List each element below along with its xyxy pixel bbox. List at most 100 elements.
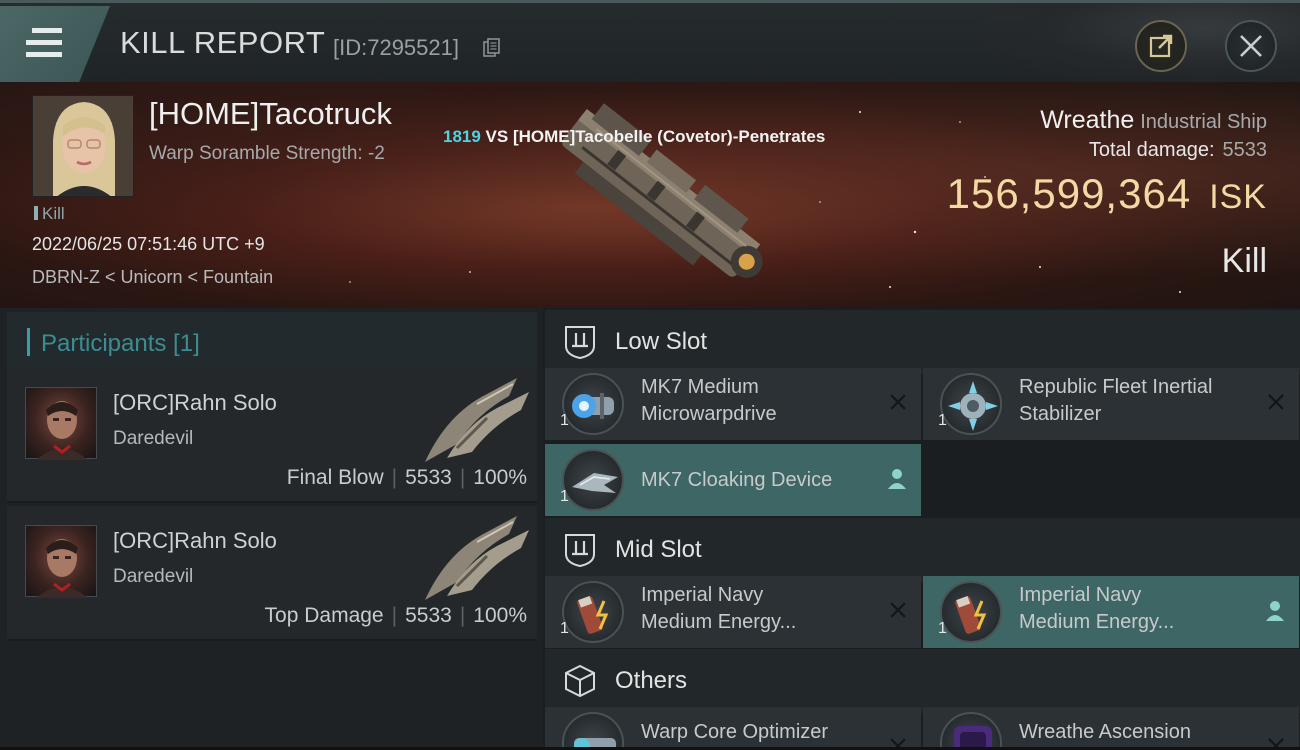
ship-class: Industrial Ship [1140,111,1267,133]
module-name-line1: Imperial Navy [1019,584,1142,606]
share-button[interactable] [1135,20,1187,72]
mid-slot-header: Mid Slot [545,518,1300,582]
versus-text: VS [HOME]Tacobelle (Covetor)-Penetrates [480,127,826,146]
victim-name[interactable]: [HOME]Tacotruck [149,96,392,132]
participant-ship-image [425,378,529,462]
report-id: [ID:7295521] [333,35,459,60]
module-name-line2: Stabilizer [1019,403,1102,425]
module-quantity: 1 [938,412,947,429]
participant-row[interactable]: [ORC]Rahn Solo Daredevil Top Damage | 5533… [7,506,537,641]
inertial-stabilizer-icon [940,373,1002,435]
avatar-image [36,401,88,460]
slot-icon [565,326,595,360]
module-card[interactable]: 1 Imperial Navy Medium Energy... [923,576,1299,648]
module-name-line1: MK7 Medium [641,376,759,398]
module-name: Imperial Navy Medium Energy... [641,582,886,636]
x-icon [890,602,906,618]
fittings-panel: Low Slot 1 MK7 Medium Microwarpdrive 1 Re… [543,308,1300,750]
versus-line: 1819 VS [HOME]Tacobelle (Covetor)-Penetr… [443,127,825,147]
avatar[interactable] [25,525,97,598]
menu-tab[interactable] [0,6,110,82]
warp-core-icon [562,712,624,750]
module-quantity: 1 [560,412,569,429]
participant-ship: Daredevil [113,566,194,587]
victim-ship-image [562,103,763,278]
module-card[interactable]: Wreathe Ascension [923,707,1299,750]
participant-ship: Daredevil [113,428,194,449]
ship-skin-icon [940,712,1002,750]
module-card[interactable]: 1 Imperial Navy Medium Energy... [545,576,921,648]
kill-type-tag: Kill [34,204,65,224]
module-name: Republic Fleet Inertial Stabilizer [1019,374,1264,428]
participant-name[interactable]: [ORC]Rahn Solo [113,390,277,416]
module-name-line2: Medium Energy... [641,611,797,633]
module-card[interactable]: 1 MK7 Medium Microwarpdrive [545,368,921,440]
module-name: Wreathe Ascension [1019,721,1191,743]
stats-divider: | [459,604,466,627]
module-name: MK7 Medium Microwarpdrive [641,374,886,428]
total-damage: Total damage: 5533 [1089,139,1267,162]
cloaking-device-icon [562,449,624,511]
participant-name[interactable]: [ORC]Rahn Solo [113,528,277,554]
participants-header: Participants [1] [7,312,537,370]
kill-datetime: 2022/06/25 07:51:46 UTC +9 [32,234,265,254]
copy-icon[interactable] [483,38,501,58]
slot-icon [565,534,595,568]
participant-damage: 5533 [405,466,452,489]
low-slot-header: Low Slot [545,310,1300,374]
participant-role: Top Damage [264,604,384,627]
module-quantity: 1 [938,620,947,637]
participant-role: Final Blow [286,466,384,489]
isk-value: 156,599,364 [946,170,1192,217]
isk-value-line: 156,599,364 ISK [947,170,1267,218]
module-name: Imperial Navy Medium Energy... [1019,582,1264,636]
warp-scramble-strength: Warp Soramble Strength: -2 [149,143,385,164]
stats-divider: | [459,466,466,489]
header-bar: KILL REPORT [ID:7295521] [0,0,1300,85]
isk-unit: ISK [1209,178,1267,216]
low-slot-title: Low Slot [615,328,708,355]
close-icon [1240,35,1262,57]
participants-panel: Participants [1] [ORC]Rahn Solo Daredevi… [0,308,543,750]
close-button[interactable] [1225,20,1277,72]
module-card[interactable]: 1 Republic Fleet Inertial Stabilizer [923,368,1299,440]
total-damage-label: Total damage: [1088,139,1215,161]
participant-stats: Final Blow | 5533 | 100% [287,466,527,490]
x-icon [890,394,906,410]
module-name-line1: Imperial Navy [641,584,764,606]
module-card[interactable]: 1 MK7 Cloaking Device [545,444,921,516]
participant-percent: 100% [473,466,527,489]
versus-number: 1819 [443,127,481,146]
page-title: KILL REPORT [120,25,326,60]
kill-summary: [HOME]Tacotruck Warp Soramble Strength: … [0,82,1300,308]
person-icon [888,469,906,489]
stats-divider: | [391,466,398,489]
avatar[interactable] [25,387,97,460]
portrait-image [33,96,133,196]
share-icon [1149,34,1173,58]
participant-damage: 5533 [405,604,452,627]
ship-name-line: Wreathe Industrial Ship [1040,106,1267,135]
total-damage-value: 5533 [1222,139,1268,161]
module-name-line2: Microwarpdrive [641,403,777,425]
microwarpdrive-icon [562,373,624,435]
ship-name[interactable]: Wreathe [1040,106,1134,134]
avatar-image [36,539,88,598]
hamburger-icon[interactable] [26,28,62,58]
kill-result: Kill [1221,242,1267,280]
others-title: Others [615,667,688,694]
cube-icon [565,664,595,698]
participants-header-accent [27,328,30,356]
participant-row[interactable]: [ORC]Rahn Solo Daredevil Final Blow | 5533… [7,368,537,503]
victim-portrait[interactable] [32,95,134,197]
mid-slot-title: Mid Slot [615,536,702,563]
module-card[interactable]: Warp Core Optimizer [545,707,921,750]
energy-module-icon [940,581,1002,643]
module-name: MK7 Cloaking Device [641,469,833,491]
participant-ship-image [425,516,529,600]
person-icon [1266,601,1284,621]
stats-divider: | [391,604,398,627]
kill-location[interactable]: DBRN-Z < Unicorn < Fountain [32,267,273,288]
module-name-line2: Medium Energy... [1019,611,1175,633]
participant-percent: 100% [473,604,527,627]
